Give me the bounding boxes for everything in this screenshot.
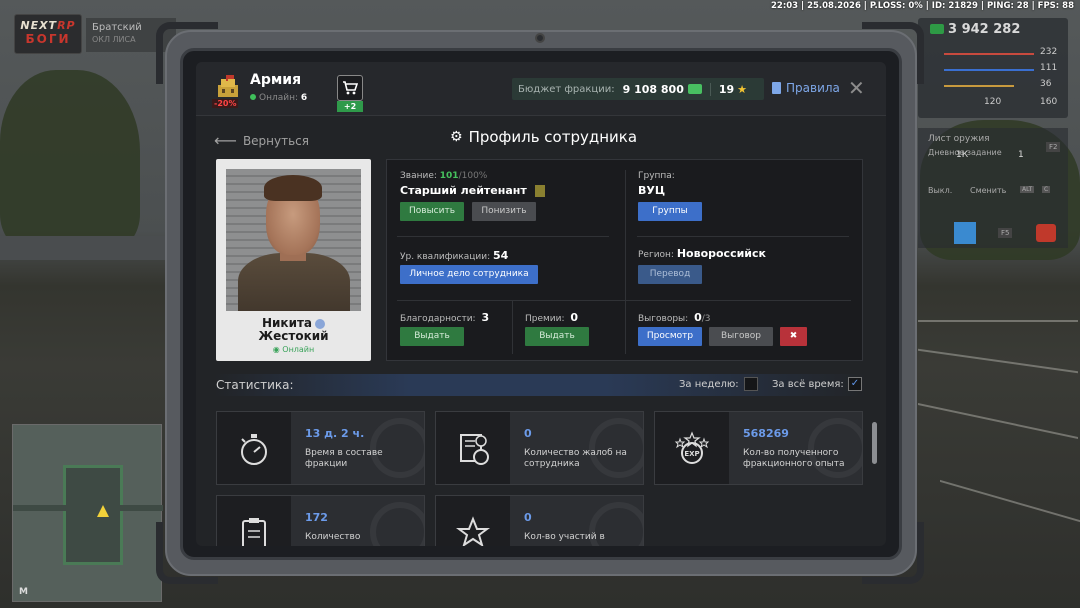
faction-budget: Бюджет фракции: 9 108 800 19 ★ — [512, 78, 764, 100]
stats-label: Статистика: — [216, 378, 294, 392]
thanks-label: Благодарности: 3 — [400, 311, 490, 324]
employee-photo — [226, 169, 361, 311]
verified-icon — [315, 318, 326, 329]
groups-button[interactable]: Группы — [638, 202, 702, 221]
scrollbar[interactable] — [872, 422, 877, 464]
hunger-value: 36 — [1040, 79, 1052, 89]
reprimand-button[interactable]: Выговор — [709, 327, 773, 346]
rank-label: Звание: 101/100% — [400, 171, 488, 181]
cart-badge: +2 — [337, 101, 363, 112]
stat-value: 0 — [524, 427, 532, 440]
stat-120: 120 — [984, 97, 1002, 107]
budget-value: 9 108 800 — [622, 82, 684, 96]
server-logo: NEXTRP БОГИ — [14, 14, 82, 54]
shop-cart-button[interactable] — [337, 75, 363, 101]
group-label: Группа: — [638, 171, 675, 181]
arrow-left-icon: ⟵ — [214, 131, 237, 150]
online-dot-icon — [250, 94, 256, 100]
demote-button[interactable]: Понизить — [472, 202, 536, 221]
exp-badge-icon: EXP — [674, 431, 710, 464]
employee-card: Никита Жестокий ◉ Онлайн — [216, 159, 371, 361]
all-time-filter-checkbox[interactable]: ✓ — [848, 377, 862, 391]
hud-money: 3 942 282 — [948, 22, 1021, 37]
star-icon: ★ — [737, 82, 748, 96]
stat-card-complaints: 0 Количество жалоб на сотрудника — [435, 411, 644, 485]
document-icon — [772, 82, 781, 94]
dossier-button[interactable]: Личное дело сотрудника — [400, 265, 538, 284]
stat-card-events: 0 Кол-во участий в — [435, 495, 644, 546]
all-time-filter-label: За всё время: — [772, 379, 844, 390]
stat-value: 13 д. 2 ч. — [305, 427, 365, 440]
give-thanks-button[interactable]: Выдать — [400, 327, 464, 346]
qualification-label: Ур. квалификации: 54 — [400, 249, 509, 262]
faction-app: -20% Армия Онлайн: 6 +2 Бюджет фракции: … — [196, 62, 886, 546]
stat-value: 0 — [524, 511, 532, 524]
top-bar: -20% Армия Онлайн: 6 +2 Бюджет фракции: … — [196, 62, 886, 116]
stat-card-time: 13 д. 2 ч. Время в составе фракции — [216, 411, 425, 485]
shield-value: 160 — [1040, 97, 1058, 107]
notification-bell-icon[interactable] — [1036, 224, 1056, 242]
employee-last-name: Жестокий — [258, 329, 329, 343]
view-reprimands-button[interactable]: Просмотр — [638, 327, 702, 346]
stat-value: 568269 — [743, 427, 789, 440]
group-value: ВУЦ — [638, 184, 666, 197]
employee-first-name: Никита — [216, 316, 371, 330]
clipboard-icon — [242, 518, 266, 546]
hunger-bar — [944, 85, 1014, 87]
tablet-camera — [535, 33, 545, 43]
reprimand-label: Выговоры: 0/3 — [638, 311, 711, 324]
player-arrow-icon — [97, 505, 109, 517]
give-bonus-button[interactable]: Выдать — [525, 327, 589, 346]
stars-value: 19 — [709, 82, 734, 96]
health-value: 232 — [1040, 47, 1058, 57]
week-filter-checkbox[interactable] — [744, 377, 758, 391]
online-status: Онлайн: 6 — [250, 93, 307, 103]
stats-header — [214, 374, 866, 396]
budget-label: Бюджет фракции: — [518, 83, 615, 95]
star-award-icon — [456, 516, 490, 546]
lot-line — [918, 320, 1078, 322]
employee-status: ◉ Онлайн — [272, 345, 315, 354]
fire-employee-button[interactable]: ✖ — [780, 327, 807, 346]
promote-button[interactable]: Повысить — [400, 202, 464, 221]
stopwatch-icon — [241, 434, 267, 465]
cash-icon — [687, 84, 702, 94]
stat-value: 172 — [305, 511, 328, 524]
transfer-button[interactable]: Перевод — [638, 265, 702, 284]
rules-link[interactable]: Правила — [772, 81, 840, 95]
fence — [0, 236, 165, 260]
money-icon — [930, 24, 944, 34]
lot-line — [940, 479, 1080, 523]
cart-icon — [343, 81, 358, 95]
stat-card-count: 172 Количество — [216, 495, 425, 546]
penalty-badge: -20% — [212, 99, 239, 108]
region-label: Регион: Новороссийск — [638, 247, 766, 260]
remove-user-icon: ✖ — [789, 331, 798, 341]
back-button[interactable]: ⟵ Вернуться — [214, 131, 309, 150]
stat-card-exp: EXP 568269 Кол-во полученного фракционно… — [654, 411, 863, 485]
rank-insignia-icon — [534, 185, 545, 197]
hud-status-line: 22:03 | 25.08.2026 | P.LOSS: 0% | ID: 21… — [771, 1, 1074, 11]
health-bar — [944, 53, 1034, 55]
armor-bar — [944, 69, 1034, 71]
tree — [0, 70, 140, 250]
minimap: M — [12, 424, 163, 602]
page-title: ⚙ Профиль сотрудника — [450, 128, 638, 146]
faction-name: Армия — [250, 72, 302, 88]
lot-line — [918, 402, 1078, 440]
armor-value: 111 — [1040, 63, 1058, 73]
hud-tasks-panel: Лист оружия Дневное задание 1К 1 F2 Выкл… — [918, 128, 1068, 248]
svg-text:EXP: EXP — [684, 450, 699, 458]
week-filter-label: За неделю: — [679, 379, 739, 390]
gear-icon: ⚙ — [450, 129, 463, 145]
rank-name: Старший лейтенант — [400, 184, 545, 197]
complaint-document-icon — [460, 434, 489, 465]
employee-info-panel: Звание: 101/100% Старший лейтенант Повыс… — [386, 159, 863, 361]
close-button[interactable]: ✕ — [848, 76, 865, 100]
calendar-icon[interactable] — [954, 222, 976, 244]
lot-line — [918, 348, 1078, 374]
bonus-label: Премии: 0 — [525, 311, 579, 324]
